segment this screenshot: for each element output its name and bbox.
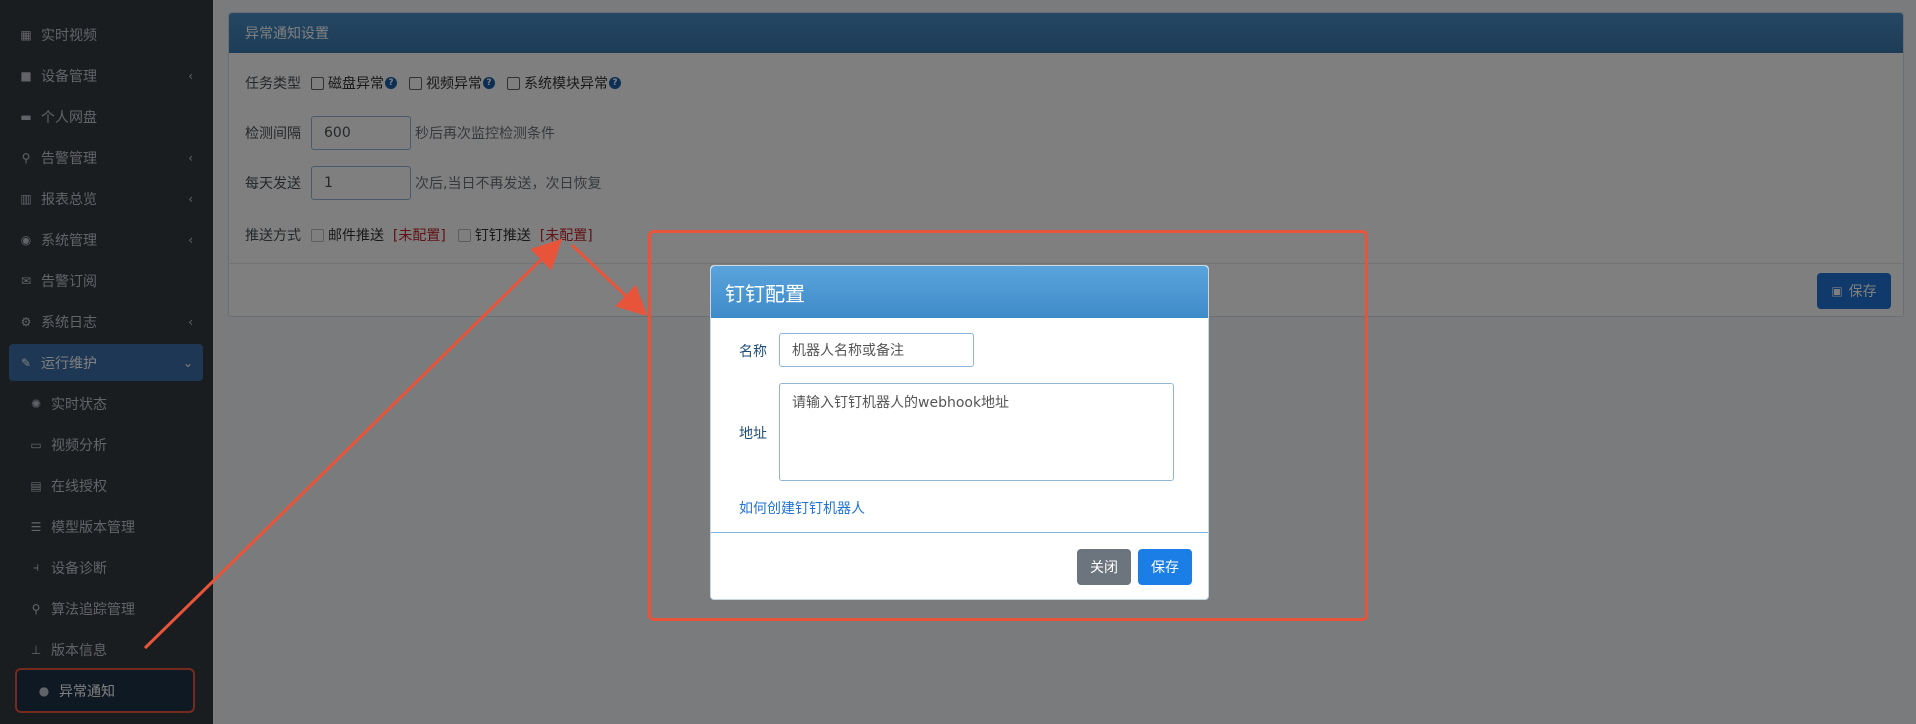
webhook-address-label: 地址 [739, 426, 767, 442]
modal-save-button[interactable]: 保存 [1138, 549, 1192, 585]
how-to-create-robot-link[interactable]: 如何创建钉钉机器人 [739, 498, 865, 518]
dingtalk-config-modal: 钉钉配置 名称 机器人名称或备注 地址 请输入钉钉机器人的webhook地址 如… [710, 265, 1209, 600]
modal-footer-divider [711, 532, 1208, 533]
webhook-address-textarea[interactable]: 请输入钉钉机器人的webhook地址 [779, 383, 1174, 481]
close-button[interactable]: 关闭 [1077, 549, 1131, 585]
modal-title: 钉钉配置 [711, 266, 1208, 318]
robot-name-input[interactable]: 机器人名称或备注 [779, 333, 974, 367]
robot-name-label: 名称 [739, 344, 767, 360]
